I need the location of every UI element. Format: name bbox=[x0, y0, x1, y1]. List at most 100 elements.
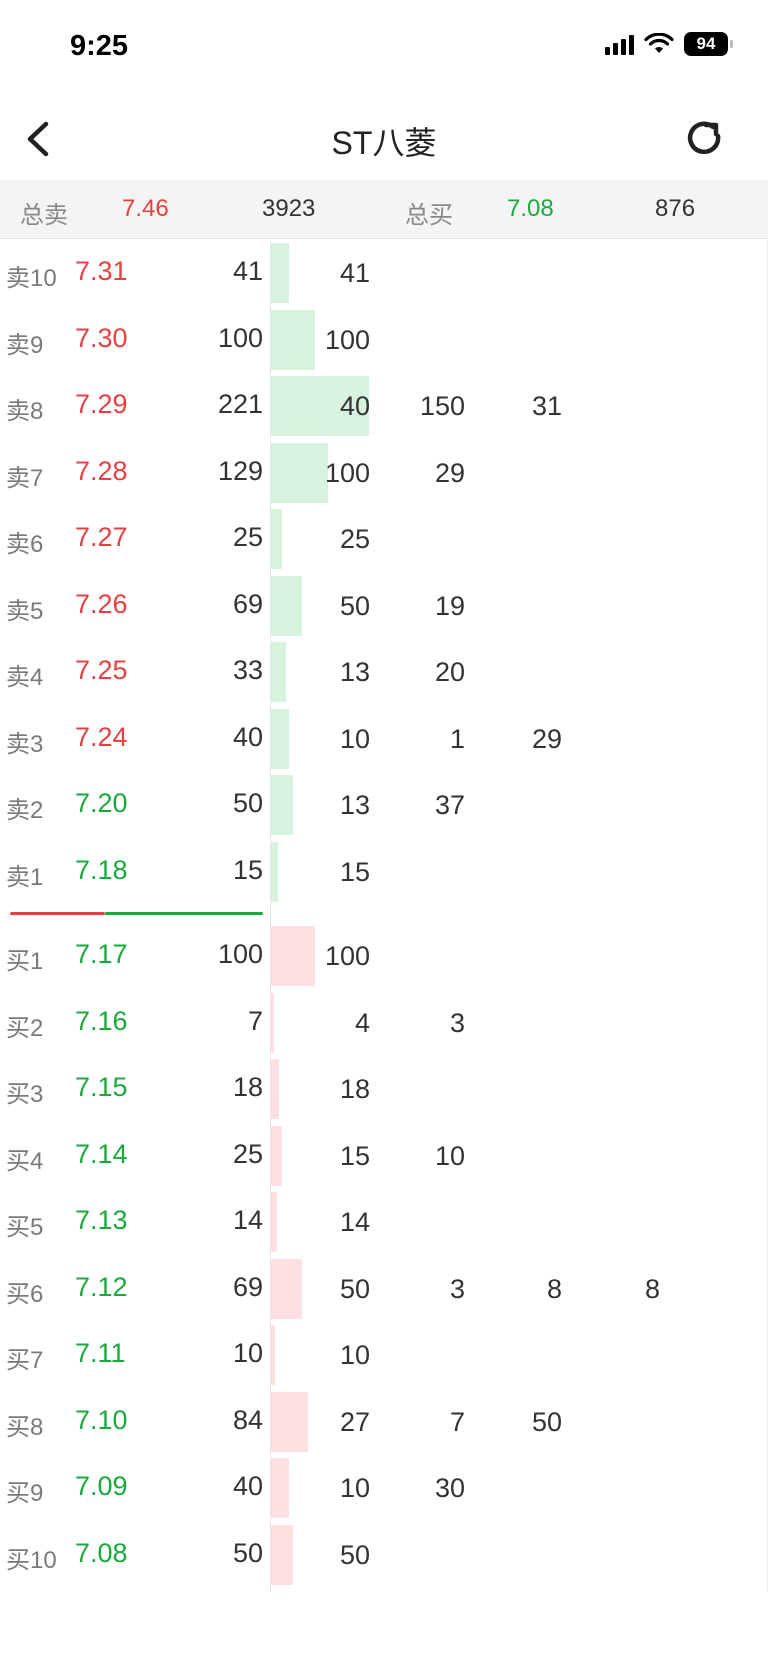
bid-row-9[interactable]: 买9 7.09 40 10 30 bbox=[0, 1454, 768, 1521]
ask-row-6[interactable]: 卖5 7.26 69 50 19 bbox=[0, 572, 768, 639]
order-qty: 10 bbox=[339, 723, 370, 754]
order-qty: 25 bbox=[339, 524, 370, 554]
ask-row-1[interactable]: 卖10 7.31 41 41 bbox=[0, 239, 768, 306]
bid-row-6[interactable]: 买6 7.12 69 50 3 8 8 bbox=[0, 1255, 768, 1322]
ask-row-8[interactable]: 卖3 7.24 40 10 1 29 bbox=[0, 705, 768, 772]
divider-red-segment bbox=[10, 912, 105, 915]
total-buy-price: 7.08 bbox=[507, 195, 554, 222]
total-buy-volume: 876 bbox=[655, 195, 696, 222]
level-price: 7.11 bbox=[75, 1338, 126, 1368]
order-qty: 50 bbox=[339, 1539, 370, 1570]
ask-row-7[interactable]: 卖4 7.25 33 13 20 bbox=[0, 638, 768, 705]
order-qty: 20 bbox=[434, 657, 465, 687]
level-price: 7.24 bbox=[75, 721, 128, 752]
order-qty: 29 bbox=[531, 723, 562, 754]
ask-row-4[interactable]: 卖7 7.28 129 100 29 bbox=[0, 439, 768, 506]
ask-row-3[interactable]: 卖8 7.29 221 40 150 31 bbox=[0, 372, 768, 439]
order-qty: 14 bbox=[339, 1207, 370, 1237]
level-volume: 50 bbox=[232, 1537, 263, 1568]
bid-row-1[interactable]: 买1 7.17 100 100 bbox=[0, 922, 768, 989]
order-qty: 7 bbox=[449, 1406, 465, 1437]
volume-bar bbox=[271, 708, 289, 769]
order-qty: 41 bbox=[339, 258, 370, 288]
level-volume: 25 bbox=[232, 1138, 263, 1169]
status-icons: 94 bbox=[605, 32, 733, 56]
level-label: 卖10 bbox=[6, 265, 57, 292]
ask-row-9[interactable]: 卖2 7.20 50 13 37 bbox=[0, 771, 768, 838]
total-sell-volume: 3923 bbox=[262, 195, 316, 222]
level-label: 买7 bbox=[6, 1347, 44, 1374]
level-label: 卖6 bbox=[6, 531, 44, 558]
level-label: 卖9 bbox=[6, 331, 44, 359]
order-qty: 27 bbox=[339, 1406, 370, 1437]
level-price: 7.13 bbox=[75, 1205, 128, 1235]
ask-row-10[interactable]: 卖1 7.18 15 15 bbox=[0, 838, 768, 905]
page-title: ST八菱 bbox=[331, 125, 437, 161]
status-bar: 9:25 94 bbox=[0, 0, 768, 100]
battery-level: 94 bbox=[696, 34, 716, 53]
order-qty: 50 bbox=[339, 1273, 370, 1304]
nav-bar: ST八菱 bbox=[0, 100, 768, 180]
level-volume: 18 bbox=[232, 1072, 263, 1102]
bid-row-10[interactable]: 买10 7.08 50 50 bbox=[0, 1521, 768, 1588]
level-label: 买5 bbox=[6, 1214, 44, 1241]
bid-row-3[interactable]: 买3 7.15 18 18 bbox=[0, 1055, 768, 1122]
level-volume: 40 bbox=[232, 1471, 263, 1501]
level-label: 卖1 bbox=[6, 863, 44, 891]
level-price: 7.30 bbox=[75, 322, 128, 353]
level-label: 卖3 bbox=[6, 730, 44, 758]
total-sell-label: 总卖 bbox=[20, 202, 68, 229]
ask-bid-divider bbox=[0, 904, 768, 922]
volume-bar bbox=[271, 642, 286, 702]
level-volume: 100 bbox=[217, 322, 263, 353]
order-qty: 100 bbox=[324, 324, 370, 355]
level-label: 买4 bbox=[6, 1147, 44, 1175]
level-price: 7.27 bbox=[75, 522, 128, 552]
ask-row-5[interactable]: 卖6 7.27 25 25 bbox=[0, 505, 768, 572]
order-qty: 13 bbox=[339, 657, 370, 687]
level-volume: 10 bbox=[232, 1338, 263, 1368]
order-qty: 1 bbox=[449, 723, 465, 754]
order-qty: 19 bbox=[434, 590, 465, 621]
level-label: 卖8 bbox=[6, 398, 44, 425]
level-volume: 14 bbox=[232, 1205, 263, 1235]
level-price: 7.20 bbox=[75, 788, 128, 818]
order-qty: 3 bbox=[449, 1007, 465, 1038]
refresh-button[interactable] bbox=[680, 114, 730, 164]
level-volume: 84 bbox=[232, 1404, 263, 1435]
bid-row-8[interactable]: 买8 7.10 84 27 7 50 bbox=[0, 1388, 768, 1455]
level-volume: 41 bbox=[232, 256, 263, 286]
level-label: 买6 bbox=[6, 1280, 44, 1308]
level-price: 7.10 bbox=[75, 1404, 128, 1435]
order-qty: 10 bbox=[339, 1473, 370, 1503]
total-buy-label: 总买 bbox=[405, 202, 453, 229]
level-price: 7.29 bbox=[75, 389, 128, 419]
order-qty: 100 bbox=[324, 941, 370, 971]
order-qty: 37 bbox=[434, 790, 465, 820]
volume-bar bbox=[271, 1192, 277, 1252]
volume-bar bbox=[271, 1325, 275, 1385]
level-price: 7.16 bbox=[75, 1005, 128, 1036]
battery-icon: 94 bbox=[684, 32, 733, 56]
refresh-icon bbox=[687, 121, 721, 155]
level-volume: 69 bbox=[232, 588, 263, 619]
level-label: 买2 bbox=[6, 1014, 44, 1042]
cellular-signal-icon bbox=[605, 33, 634, 55]
status-time: 9:25 bbox=[70, 30, 129, 62]
level-label: 买9 bbox=[6, 1480, 44, 1507]
level-price: 7.25 bbox=[75, 655, 128, 685]
volume-bar bbox=[271, 1458, 289, 1518]
order-qty: 150 bbox=[419, 391, 465, 421]
order-qty: 40 bbox=[339, 391, 370, 421]
bid-row-2[interactable]: 买2 7.16 7 4 3 bbox=[0, 989, 768, 1056]
level-price: 7.26 bbox=[75, 588, 128, 619]
level-volume: 50 bbox=[232, 788, 263, 818]
bid-row-4[interactable]: 买4 7.14 25 15 10 bbox=[0, 1122, 768, 1189]
bid-row-5[interactable]: 买5 7.13 14 14 bbox=[0, 1188, 768, 1255]
ask-row-2[interactable]: 卖9 7.30 100 100 bbox=[0, 306, 768, 373]
level-volume: 129 bbox=[217, 455, 263, 486]
order-qty: 3 bbox=[449, 1273, 465, 1304]
volume-bar bbox=[271, 1125, 282, 1186]
bid-row-7[interactable]: 买7 7.11 10 10 bbox=[0, 1321, 768, 1388]
volume-bar bbox=[271, 992, 274, 1053]
